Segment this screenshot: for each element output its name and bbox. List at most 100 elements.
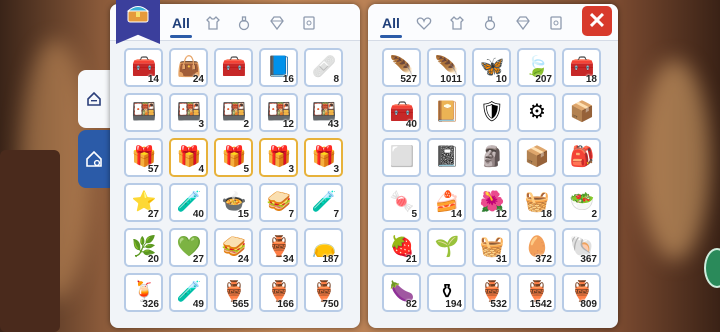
inventory-slot[interactable]: 🏺 565 [214, 273, 253, 312]
inventory-slot[interactable]: 🗿 [472, 138, 511, 177]
inventory-slot[interactable]: 🏺 34 [259, 228, 298, 267]
furniture-cabinet [0, 150, 60, 332]
inventory-slot[interactable]: ⭐ 27 [124, 183, 163, 222]
gem-icon [516, 16, 530, 31]
tab-gem[interactable] [267, 12, 287, 34]
item-count: 187 [322, 254, 339, 265]
item-count: 10 [495, 74, 507, 85]
inventory-slot[interactable]: 🧺 31 [472, 228, 511, 267]
inventory-slot[interactable]: 🎁 3 [259, 138, 298, 177]
inventory-slot[interactable]: 🪶 1011 [427, 48, 466, 87]
inventory-slot[interactable]: 👜 24 [169, 48, 208, 87]
inventory-slot[interactable]: 🏺 1542 [517, 273, 556, 312]
inventory-slot[interactable]: 📓 [427, 138, 466, 177]
inventory-slot[interactable]: 🍓 21 [382, 228, 421, 267]
inventory-slot[interactable]: 🍱 43 [304, 93, 343, 132]
item-count: 12 [282, 119, 294, 130]
inventory-slot[interactable]: 🏺 166 [259, 273, 298, 312]
item-count: 82 [405, 299, 417, 310]
inventory-slot[interactable]: 🦋 10 [472, 48, 511, 87]
house-icon [87, 91, 101, 106]
inventory-slot[interactable]: 🧰 [214, 48, 253, 87]
inventory-slot[interactable]: 🧰 14 [124, 48, 163, 87]
item-count: 18 [585, 74, 597, 85]
inventory-slot[interactable]: 🏺 532 [472, 273, 511, 312]
item-count: 40 [405, 119, 417, 130]
inventory-slot[interactable]: 🩹 8 [304, 48, 343, 87]
inventory-slot[interactable]: 🧺 18 [517, 183, 556, 222]
tab-all-label: All [382, 15, 400, 31]
tab-gem[interactable] [513, 12, 533, 34]
inventory-slot[interactable]: 🥗 2 [562, 183, 601, 222]
inventory-slot[interactable]: 📦 [562, 93, 601, 132]
item-count: 166 [277, 299, 294, 310]
inventory-slot[interactable]: 🧪 7 [304, 183, 343, 222]
inventory-slot[interactable]: 🧰 40 [382, 93, 421, 132]
inventory-slot[interactable]: 🍹 326 [124, 273, 163, 312]
inventory-slot[interactable]: 📘 16 [259, 48, 298, 87]
inventory-slot[interactable]: 🍆 82 [382, 273, 421, 312]
inventory-slot[interactable]: 🍃 207 [517, 48, 556, 87]
inventory-slot[interactable]: 🍱 [124, 93, 163, 132]
tab-card[interactable] [546, 12, 566, 34]
tab-card[interactable] [299, 12, 319, 34]
item-count: 7 [333, 209, 339, 220]
inventory-slot[interactable]: 🪶 527 [382, 48, 421, 87]
tab-all[interactable]: All [380, 12, 402, 38]
inventory-slot[interactable]: 🧪 40 [169, 183, 208, 222]
item-count: 43 [327, 119, 339, 130]
inventory-slot[interactable]: 💚 27 [169, 228, 208, 267]
inventory-slot[interactable]: 👝 187 [304, 228, 343, 267]
inventory-slot[interactable]: 🎁 4 [169, 138, 208, 177]
inventory-slot[interactable]: 🌱 [427, 228, 466, 267]
side-circle-button[interactable] [704, 248, 720, 288]
inventory-slot[interactable]: ⚙ [517, 93, 556, 132]
item-count: 49 [192, 299, 204, 310]
item-count: 20 [147, 254, 159, 265]
item-count: 12 [495, 209, 507, 220]
tab-all[interactable]: All [170, 12, 192, 38]
inventory-slot[interactable]: 🧰 18 [562, 48, 601, 87]
inventory-slot[interactable]: 🌺 12 [472, 183, 511, 222]
inventory-slot[interactable]: 🌿 20 [124, 228, 163, 267]
inventory-slot[interactable]: 📔 [427, 93, 466, 132]
inventory-slot[interactable]: 🛡 [472, 93, 511, 132]
inventory-slot[interactable]: 🏺 809 [562, 273, 601, 312]
inventory-slot[interactable]: 🎒 [562, 138, 601, 177]
close-button[interactable]: ✕ [582, 6, 612, 36]
item-count: 16 [282, 74, 294, 85]
item-count: 8 [333, 74, 339, 85]
inventory-slot[interactable]: ⚱ 194 [427, 273, 466, 312]
inventory-slot[interactable]: 🎁 5 [214, 138, 253, 177]
inventory-slot[interactable]: ⬜ [382, 138, 421, 177]
tab-consumable[interactable] [234, 12, 254, 34]
inventory-slot[interactable]: 🥪 24 [214, 228, 253, 267]
item-count: 3 [198, 119, 204, 130]
inventory-slot[interactable]: 🥪 7 [259, 183, 298, 222]
inventory-slot[interactable]: 🥚 372 [517, 228, 556, 267]
tab-consumable[interactable] [480, 12, 500, 34]
inventory-slot[interactable]: 🍲 15 [214, 183, 253, 222]
tab-favorite[interactable] [414, 12, 434, 34]
inventory-slot[interactable]: 📦 [517, 138, 556, 177]
item-count: 27 [147, 209, 159, 220]
item-count: 40 [192, 209, 204, 220]
tab-equipment[interactable] [203, 12, 223, 34]
inventory-slot[interactable]: 🏺 750 [304, 273, 343, 312]
inventory-slot[interactable]: 🍱 3 [169, 93, 208, 132]
sidetab-house-gear[interactable] [78, 130, 110, 188]
inventory-slot[interactable]: 🍰 14 [427, 183, 466, 222]
sidetab-house[interactable] [78, 70, 110, 128]
inventory-slot[interactable]: 🧪 49 [169, 273, 208, 312]
inventory-slot[interactable]: 🍬 5 [382, 183, 421, 222]
card-album-icon: 📔 [434, 101, 460, 123]
inventory-slot[interactable]: 🎁 3 [304, 138, 343, 177]
item-count: 527 [400, 74, 417, 85]
inventory-slot[interactable]: 🍱 12 [259, 93, 298, 132]
inventory-slot[interactable]: 🍱 2 [214, 93, 253, 132]
item-count: 5 [411, 209, 417, 220]
shirt-icon [450, 16, 464, 30]
tab-equipment[interactable] [447, 12, 467, 34]
inventory-slot[interactable]: 🐚 367 [562, 228, 601, 267]
inventory-slot[interactable]: 🎁 57 [124, 138, 163, 177]
